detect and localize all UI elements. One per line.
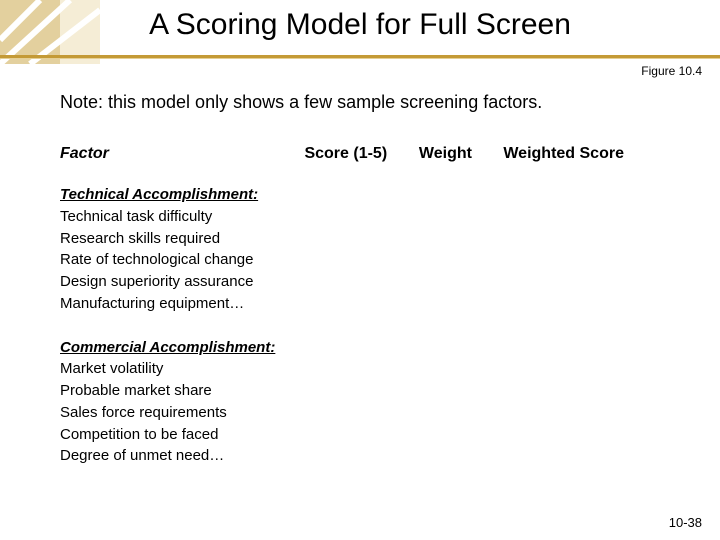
list-item: Manufacturing equipment… bbox=[60, 293, 360, 315]
list-item: Technical task difficulty bbox=[60, 206, 360, 228]
factors-column: Technical Accomplishment: Technical task… bbox=[60, 180, 360, 467]
header-score: Score (1-5) bbox=[304, 145, 414, 163]
header-factor: Factor bbox=[60, 145, 300, 163]
list-item: Rate of technological change bbox=[60, 249, 360, 271]
column-headers: Factor Score (1-5) Weight Weighted Score bbox=[60, 145, 680, 163]
list-item: Degree of unmet need… bbox=[60, 445, 360, 467]
list-item: Research skills required bbox=[60, 228, 360, 250]
group-heading-commercial: Commercial Accomplishment: bbox=[60, 337, 360, 359]
header-weight: Weight bbox=[419, 145, 499, 163]
header-weighted-score: Weighted Score bbox=[503, 145, 624, 163]
title-underline-shadow bbox=[0, 58, 720, 59]
list-item: Competition to be faced bbox=[60, 424, 360, 446]
list-item: Probable market share bbox=[60, 380, 360, 402]
list-item: Sales force requirements bbox=[60, 402, 360, 424]
slide-title: A Scoring Model for Full Screen bbox=[0, 8, 720, 42]
note-text: Note: this model only shows a few sample… bbox=[60, 92, 680, 113]
page-number: 10-38 bbox=[669, 515, 702, 530]
list-item: Market volatility bbox=[60, 358, 360, 380]
list-item: Design superiority assurance bbox=[60, 271, 360, 293]
group-heading-technical: Technical Accomplishment: bbox=[60, 184, 360, 206]
figure-reference: Figure 10.4 bbox=[641, 64, 702, 78]
